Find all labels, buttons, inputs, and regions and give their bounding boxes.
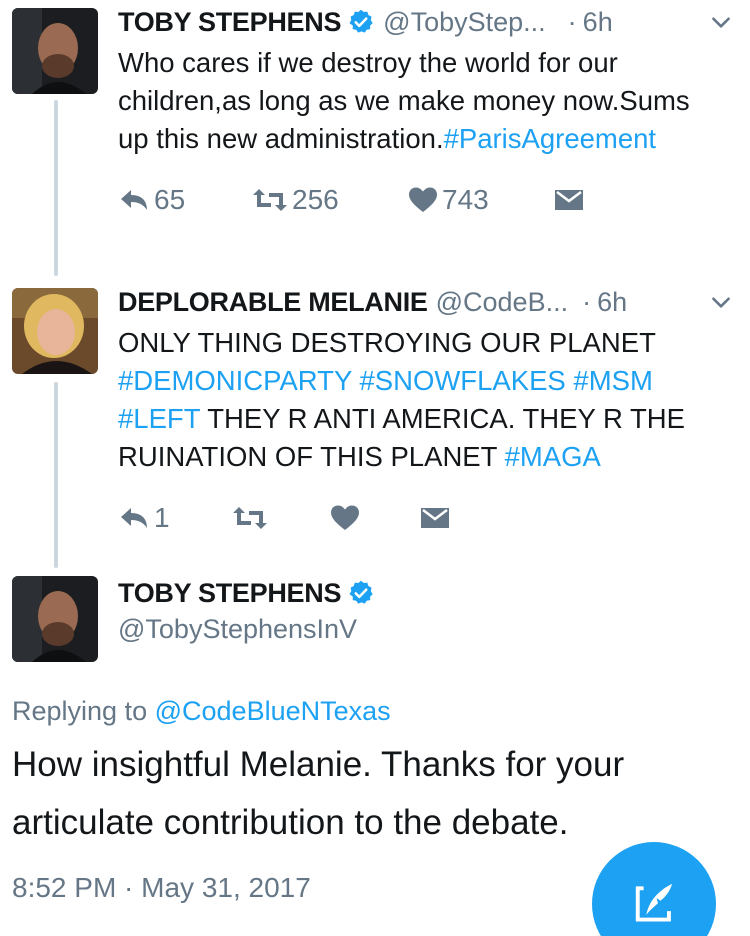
- compose-tweet-button[interactable]: [592, 842, 716, 936]
- thread-line-2: [54, 382, 58, 568]
- main-tweet-text: How insightful Melanie. Thanks for your …: [12, 745, 625, 842]
- verified-badge-icon: [349, 580, 373, 604]
- reply-button[interactable]: 1: [118, 502, 232, 534]
- separator-dot: ·: [582, 286, 592, 317]
- retweet-icon: [253, 189, 287, 211]
- author-name[interactable]: TOBY STEPHENS: [118, 578, 341, 609]
- direct-message-button[interactable]: [420, 506, 450, 530]
- reply-count: 65: [154, 184, 186, 215]
- reply-button[interactable]: 65: [118, 184, 252, 216]
- author-handle[interactable]: @CodeB...: [436, 287, 568, 318]
- like-icon: [331, 505, 359, 530]
- tweet-body-line1: ONLY THING DESTROYING OUR PLANET: [118, 327, 656, 358]
- avatar-toby-1[interactable]: [12, 8, 98, 94]
- direct-message-icon: [555, 190, 583, 210]
- hashtag-link[interactable]: #LEFT: [118, 403, 200, 434]
- direct-message-icon: [421, 508, 449, 528]
- chevron-down-icon[interactable]: [708, 289, 734, 315]
- author-name[interactable]: TOBY STEPHENS: [118, 7, 341, 38]
- avatar-toby-main[interactable]: [12, 576, 98, 662]
- chevron-down-icon[interactable]: [708, 9, 734, 35]
- tweet-actions: 65 256 743: [118, 180, 734, 220]
- tweet-actions: 1: [118, 498, 734, 538]
- tweet-timestamp: 8:52 PM · May 31, 2017: [12, 872, 311, 903]
- hashtag-link[interactable]: #MSM: [573, 365, 652, 396]
- reply-icon: [121, 508, 147, 528]
- tweet-header: TOBY STEPHENS @TobyStep... · 6h: [118, 4, 734, 40]
- like-count: 743: [442, 184, 489, 215]
- tweet-time: 6h: [597, 286, 628, 317]
- like-button[interactable]: [330, 504, 420, 532]
- retweet-icon: [233, 507, 267, 529]
- like-icon: [409, 187, 437, 212]
- hashtag-link[interactable]: #SNOWFLAKES: [359, 365, 565, 396]
- author-name[interactable]: DEPLORABLE MELANIE: [118, 287, 428, 318]
- author-handle[interactable]: @TobyStephensInV: [118, 614, 357, 645]
- mention-link[interactable]: @CodeBlueNTexas: [155, 696, 391, 726]
- thread-line-1: [54, 100, 58, 276]
- verified-badge-icon: [349, 9, 373, 33]
- tweet-text: Who cares if we destroy the world for ou…: [118, 44, 718, 158]
- tweet-2[interactable]: DEPLORABLE MELANIE @CodeB... · 6h ONLY T…: [118, 284, 734, 538]
- author-handle[interactable]: @TobyStep...: [383, 7, 546, 38]
- like-button[interactable]: 743: [408, 184, 554, 216]
- avatar-melanie[interactable]: [12, 288, 98, 374]
- replying-prefix: Replying to: [12, 696, 148, 726]
- direct-message-button[interactable]: [554, 188, 584, 212]
- compose-tweet-icon: [635, 883, 673, 922]
- separator-dot: ·: [567, 6, 577, 37]
- retweet-button[interactable]: 256: [252, 184, 408, 216]
- reply-count: 1: [154, 502, 170, 533]
- retweet-count: 256: [292, 184, 339, 215]
- tweet-header: DEPLORABLE MELANIE @CodeB... · 6h: [118, 284, 734, 320]
- tweet-1[interactable]: TOBY STEPHENS @TobyStep... · 6h Who care…: [118, 4, 734, 220]
- tweet-text: ONLY THING DESTROYING OUR PLANET #DEMONI…: [118, 324, 730, 476]
- hashtag-link[interactable]: #ParisAgreement: [444, 123, 656, 154]
- hashtag-link[interactable]: #MAGA: [505, 441, 601, 472]
- retweet-button[interactable]: [232, 504, 330, 532]
- hashtag-link[interactable]: #DEMONICPARTY: [118, 365, 352, 396]
- tweet-time: 6h: [582, 6, 613, 37]
- reply-icon: [121, 190, 147, 210]
- main-author: TOBY STEPHENS: [118, 575, 375, 611]
- replying-to: Replying to @CodeBlueNTexas: [12, 696, 391, 727]
